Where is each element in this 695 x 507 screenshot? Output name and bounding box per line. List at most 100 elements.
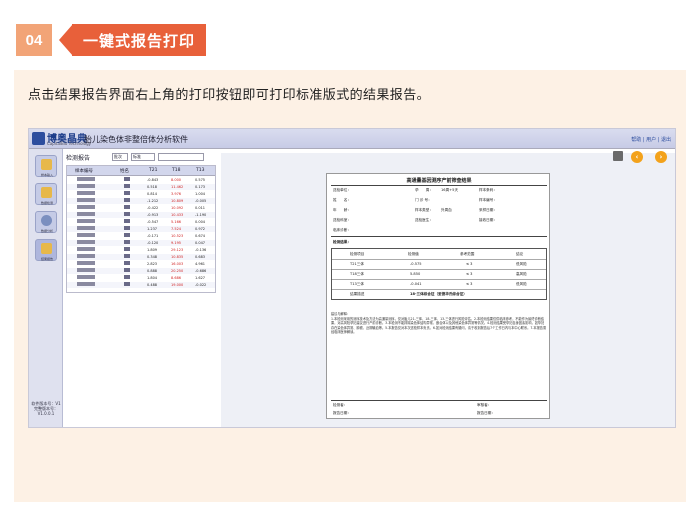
cell-t18: 10.835	[171, 255, 184, 259]
cell-t13: 0.011	[195, 206, 206, 210]
report-chart-icon	[41, 243, 52, 254]
redacted-name	[124, 254, 130, 258]
cell-t21: -0.422	[147, 206, 159, 210]
cell-t21: -0.547	[147, 220, 159, 224]
cell-t18: 7.524	[171, 227, 182, 231]
sidebar-item-sample-entry[interactable]: 样本输入	[35, 155, 57, 177]
redacted-sample-id	[77, 240, 95, 244]
print-icon[interactable]	[613, 151, 623, 161]
td: -0.575	[410, 262, 422, 266]
field-label: 孕 周：	[415, 188, 433, 192]
cell-t13: 0.683	[195, 255, 206, 259]
standard-select[interactable]: 标准	[131, 153, 155, 161]
table-row[interactable]: 0.814 3.976 1.004	[67, 191, 215, 197]
cell-t18: 9.195	[171, 241, 182, 245]
cell-t21: 1.237	[147, 227, 158, 231]
redacted-sample-id	[77, 219, 95, 223]
table-row[interactable]: 1.804 8.686 1.627	[67, 275, 215, 281]
cell-t13: -0.022	[195, 283, 207, 287]
table-row[interactable]: 1.237 7.524 0.972	[67, 226, 215, 232]
field-label: 送检单位：	[333, 188, 351, 192]
table-row[interactable]: -0.422 10.092 0.011	[67, 205, 215, 211]
cell-t18: 16.003	[171, 262, 184, 266]
sidebar-item-label: 数据分析	[40, 229, 53, 233]
table-header: 样本编号 姓名 T21 T18 T13	[67, 166, 215, 176]
cell-t18: 11.462	[171, 185, 184, 189]
cell-t13: 0.047	[195, 241, 206, 245]
sidebar-item-data-detection[interactable]: 数据检测	[35, 183, 57, 205]
table-row[interactable]: 0.888 20.250 -0.686	[67, 268, 215, 274]
field-label: 采样日期：	[479, 208, 497, 212]
prev-page-button[interactable]: ‹	[631, 151, 643, 163]
col-sample-id: 样本编号	[75, 169, 93, 174]
redacted-sample-id	[77, 268, 95, 272]
redacted-sample-id	[77, 184, 95, 188]
table-row[interactable]: -0.913 10.433 -1.190	[67, 212, 215, 218]
redacted-name	[124, 268, 130, 272]
cell-t18: 20.250	[171, 269, 184, 273]
col-t21: T21	[149, 168, 158, 173]
search-input[interactable]	[158, 153, 204, 161]
sidebar-item-data-analysis[interactable]: 数据分析	[35, 211, 57, 233]
sign-label: 报告日期：	[477, 411, 495, 415]
cell-t21: 0.888	[147, 269, 158, 273]
field-value: 外周血	[441, 208, 452, 212]
redacted-sample-id	[77, 233, 95, 237]
cell-t21: 0.814	[147, 192, 158, 196]
table-row[interactable]: -0.843 8.000 0.575	[67, 177, 215, 183]
table-row[interactable]: -1.212 10.809 -0.005	[67, 198, 215, 204]
app-title: 胎儿染色体非整倍体分析软件	[84, 135, 188, 144]
redacted-name	[124, 212, 130, 216]
cell-t18: 19.000	[171, 283, 184, 287]
td: ≤ 3	[466, 262, 473, 266]
sign-label: 报告日期：	[333, 411, 351, 415]
app-title-bar: 博奥晶典 CapitalBio Technology 胎儿染色体非整倍体分析软件…	[29, 129, 675, 149]
table-row[interactable]: 0.488 19.000 -0.022	[67, 282, 215, 288]
table-row[interactable]: 2.823 16.003 4.961	[67, 261, 215, 267]
redacted-sample-id	[77, 177, 95, 181]
step-title: 一键式报告打印	[72, 24, 206, 56]
table-row[interactable]: 0.518 11.462 0.173	[67, 184, 215, 190]
cell-t21: -1.212	[147, 199, 159, 203]
th: 参考范围	[460, 252, 475, 256]
advice-body: 1.本检测采用的测序技术及方法为高通量测序，仅对胎儿21-三体、18-三体、13…	[331, 316, 547, 335]
result-table: 检测项目 检测值 参考范围 结论 T21三体 -0.575 ≤ 3 低风险 T1…	[331, 248, 547, 300]
next-page-button[interactable]: ›	[655, 151, 667, 163]
cell-t21: -0.913	[147, 213, 159, 217]
table-row[interactable]: 1.809 29.123 -0.136	[67, 247, 215, 253]
th: 检测项目	[350, 252, 365, 256]
sample-table: 样本编号 姓名 T21 T18 T13 -0.843 8.000 0.575 0.51…	[66, 165, 216, 293]
sidebar-item-result-report[interactable]: 结果报告	[35, 239, 57, 261]
td: 低风险	[516, 282, 527, 286]
cell-t13: 0.004	[195, 220, 206, 224]
table-row[interactable]: -0.547 5.166 0.004	[67, 219, 215, 225]
redacted-name	[124, 198, 130, 202]
redacted-sample-id	[77, 247, 95, 251]
cell-t18: 10.523	[171, 234, 184, 238]
cell-t18: 10.809	[171, 199, 184, 203]
table-row[interactable]: -0.120 9.195 0.047	[67, 240, 215, 246]
summary-text: 18-三体综合征（爱德华氏综合征）	[410, 292, 467, 296]
td: ≤ 3	[466, 282, 473, 286]
sign-label: 检测者：	[333, 403, 348, 407]
redacted-name	[124, 184, 130, 188]
sidebar-item-label: 数据检测	[40, 201, 53, 205]
redacted-name	[124, 275, 130, 279]
top-links[interactable]: 帮助 | 用户 | 退出	[631, 136, 671, 143]
table-row[interactable]: 0.348 10.835 0.683	[67, 254, 215, 260]
sidebar: 样本输入 数据检测 数据分析 结果报告 软件版本号：V1 完整版本号：V1.0.…	[29, 149, 63, 427]
redacted-name	[124, 247, 130, 251]
redacted-name	[124, 219, 130, 223]
cell-t21: -0.843	[147, 178, 159, 182]
cell-t21: 0.348	[147, 255, 158, 259]
field-label: 送检医生：	[415, 218, 433, 222]
batch-select[interactable]: 批次	[112, 153, 128, 161]
table-row[interactable]: -0.171 10.523 0.674	[67, 233, 215, 239]
field-label: 年 龄：	[333, 208, 351, 212]
cell-t21: 0.518	[147, 185, 158, 189]
redacted-sample-id	[77, 212, 95, 216]
td: ≤ 3	[466, 272, 473, 276]
cell-t18: 3.976	[171, 192, 182, 196]
redacted-name	[124, 205, 130, 209]
redacted-sample-id	[77, 191, 95, 195]
